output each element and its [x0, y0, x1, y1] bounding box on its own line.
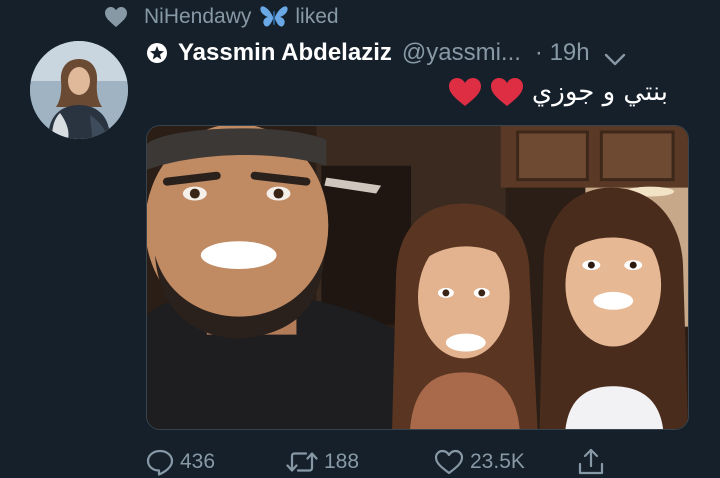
photo-image [147, 126, 688, 429]
liker-name[interactable]: NiHendawy [144, 5, 251, 29]
avatar[interactable] [30, 41, 128, 139]
tweet-text: بنتي و جوزي [448, 74, 668, 110]
chevron-down-icon[interactable] [604, 46, 626, 66]
retweet-button[interactable]: 188 [286, 446, 359, 478]
tweet-text-content: بنتي و جوزي [531, 77, 668, 107]
share-button[interactable] [576, 446, 606, 478]
share-icon [578, 448, 604, 475]
heart-icon [104, 6, 128, 28]
reply-button[interactable]: 436 [146, 446, 215, 478]
retweet-icon [286, 452, 318, 472]
retweet-count: 188 [324, 450, 360, 473]
social-action-label: liked [295, 5, 339, 28]
star-badge-icon [146, 42, 168, 64]
butterfly-icon [259, 5, 289, 29]
user-handle[interactable]: @yassmi... [402, 39, 521, 67]
tweet-header: Yassmin Abdelaziz @yassmi... · 19h [146, 36, 626, 70]
tweet-action-bar: 436 188 23.5K [146, 446, 689, 478]
like-icon [434, 449, 464, 475]
like-button[interactable]: 23.5K [434, 446, 525, 478]
reply-icon [146, 449, 174, 476]
social-context[interactable]: NiHendawy liked [104, 4, 339, 30]
like-count: 23.5K [470, 450, 525, 473]
red-heart-emoji-icon [448, 77, 482, 107]
tweet-media-photo[interactable] [146, 125, 689, 430]
display-name[interactable]: Yassmin Abdelaziz [178, 39, 392, 67]
red-heart-emoji-icon [490, 77, 524, 107]
avatar-image [30, 41, 128, 139]
reply-count: 436 [180, 450, 216, 473]
tweet-timestamp[interactable]: · 19h [535, 39, 590, 67]
